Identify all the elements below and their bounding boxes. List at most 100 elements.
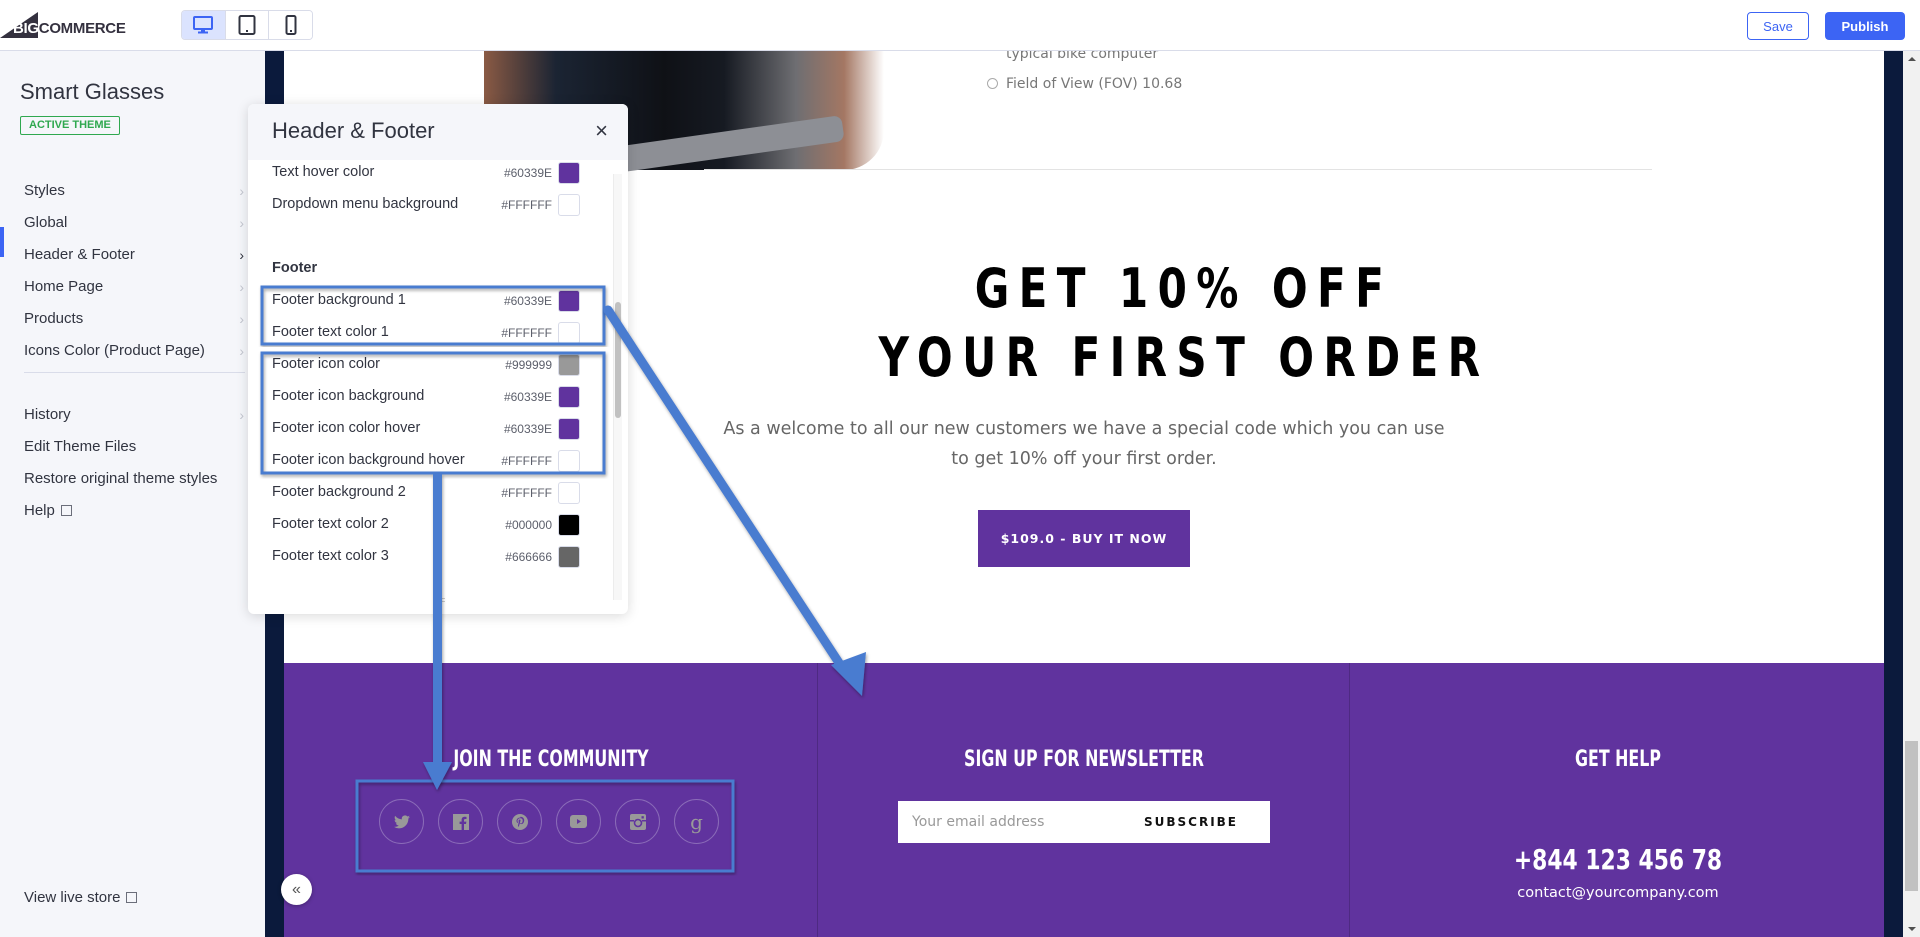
view-live-store-link[interactable]: View live store [24,887,244,909]
newsletter-email-input[interactable] [912,801,1132,843]
help-phone: +844 123 456 78 [1513,843,1723,876]
setting-hex: #FFFFFF [501,486,552,500]
setting-hex: #FFFFFF [501,326,552,340]
setting-hex: #60339E [503,294,552,308]
color-setting-footer-icon-bg-hover[interactable]: Footer icon background hover #FFFFFF [272,448,590,476]
chevron-right-icon: › [239,247,244,263]
youtube-icon[interactable] [556,799,601,844]
color-swatch[interactable] [558,482,580,504]
promo-description: As a welcome to all our new customers we… [723,419,1445,469]
promo-title-line-2: YOUR FIRST ORDER [878,326,1490,389]
theme-name: Smart Glasses [20,79,165,104]
color-setting-footer-text-2[interactable]: Footer text color 2 #000000 [272,512,590,540]
color-setting-text-hover[interactable]: Text hover color #60339E [272,160,590,188]
chevron-right-icon: › [239,311,244,327]
color-setting-footer-icon[interactable]: Footer icon color #999999 [272,352,590,380]
external-link-icon [126,892,138,903]
desktop-icon [193,16,214,34]
promo-title-line-1: GET 10% OFF [974,257,1394,320]
color-setting-footer-icon-bg[interactable]: Footer icon background #60339E [272,384,590,412]
twitter-icon[interactable] [379,799,424,844]
setting-hex: #60339E [503,390,552,404]
logo-commerce: COMMERCE [38,20,126,37]
color-setting-dropdown-bg[interactable]: Dropdown menu background #FFFFFF [272,192,590,220]
bigcommerce-logo: BIGCOMMERCE [0,12,130,38]
color-swatch[interactable] [558,354,580,376]
view-live-store-label: View live store [24,889,121,906]
setting-hex: #000000 [505,518,552,532]
color-swatch[interactable] [558,290,580,312]
setting-label: Footer text color 1 [272,324,389,340]
facebook-icon[interactable] [438,799,483,844]
color-swatch[interactable] [558,418,580,440]
desktop-view-button[interactable] [182,11,226,39]
newsletter-form: SUBSCRIBE [898,801,1270,843]
sidebar-item-styles[interactable]: Styles › [24,180,244,202]
mobile-view-button[interactable] [269,11,312,39]
device-toggle [181,10,313,40]
panel-scrollbar[interactable] [613,174,622,600]
scroll-thumb[interactable] [1905,741,1918,891]
setting-hex: #FFFFFF [501,198,552,212]
google-icon[interactable]: g [674,799,719,844]
color-swatch[interactable] [558,162,580,184]
sidebar-item-label: Styles [24,182,65,199]
setting-label: Footer text color 3 [272,548,389,564]
footer-column-divider [817,663,818,937]
color-swatch[interactable] [558,450,580,472]
sidebar: Smart Glasses ACTIVE THEME Styles › Globa… [0,51,265,937]
publish-button[interactable]: Publish [1825,12,1905,40]
subscribe-button[interactable]: SUBSCRIBE [1144,801,1238,843]
color-setting-footer-bg-1[interactable]: Footer background 1 #60339E [272,288,590,316]
pinterest-icon[interactable] [497,799,542,844]
color-setting-footer-text-1[interactable]: Footer text color 1 #FFFFFF [272,320,590,348]
top-bar: BIGCOMMERCE Save Publish [0,0,1920,51]
sidebar-item-label: History [24,406,71,423]
color-setting-footer-bg-2[interactable]: Footer background 2 #FFFFFF [272,480,590,508]
sidebar-item-restore-styles[interactable]: Restore original theme styles [24,468,244,490]
chevron-right-icon: › [239,215,244,231]
sidebar-item-label: Header & Footer [24,246,135,263]
panel-header: Header & Footer × [248,104,628,160]
color-setting-footer-icon-hover[interactable]: Footer icon color hover #60339E [272,416,590,444]
sidebar-item-label: Help [24,502,55,519]
color-swatch[interactable] [558,546,580,568]
setting-label: Footer icon color hover [272,420,421,436]
chevron-right-icon: › [239,183,244,199]
close-icon[interactable]: × [595,118,608,144]
color-swatch[interactable] [558,386,580,408]
buy-now-button[interactable]: $109.0 - BUY IT NOW [978,510,1190,567]
sidebar-item-history[interactable]: History › [24,404,244,426]
color-setting-footer-text-3[interactable]: Footer text color 3 #666666 [272,544,590,572]
panel-title: Header & Footer [272,118,435,143]
resize-grip-icon[interactable] [435,598,445,602]
sidebar-item-home-page[interactable]: Home Page › [24,276,244,298]
sidebar-item-icons-color[interactable]: Icons Color (Product Page) › [24,340,244,362]
setting-hex: #60339E [503,166,552,180]
sidebar-item-header-footer[interactable]: Header & Footer › [24,244,244,266]
sidebar-item-edit-theme-files[interactable]: Edit Theme Files [24,436,244,458]
color-swatch[interactable] [558,322,580,344]
tablet-view-button[interactable] [225,11,270,39]
setting-label: Footer icon background [272,388,425,404]
color-swatch[interactable] [558,514,580,536]
preview-frame-right [1884,51,1903,937]
save-button[interactable]: Save [1747,12,1809,40]
scroll-down-arrow-icon[interactable] [1908,927,1916,931]
setting-hex: #FFFFFF [501,454,552,468]
setting-hex: #999999 [505,358,552,372]
sidebar-item-global[interactable]: Global › [24,212,244,234]
preview-scrollbar[interactable] [1903,51,1920,937]
sidebar-item-products[interactable]: Products › [24,308,244,330]
chevron-right-icon: › [239,343,244,359]
collapse-sidebar-button[interactable]: « [281,874,312,905]
sidebar-item-help[interactable]: Help [24,500,244,522]
color-swatch[interactable] [558,194,580,216]
panel-scroll-thumb[interactable] [615,302,621,418]
instagram-icon[interactable] [615,799,660,844]
help-email[interactable]: contact@yourcompany.com [1368,885,1868,901]
section-divider [704,169,1652,170]
scroll-up-arrow-icon[interactable] [1908,57,1916,61]
active-theme-badge: ACTIVE THEME [20,116,120,135]
google-glyph: g [690,809,703,834]
